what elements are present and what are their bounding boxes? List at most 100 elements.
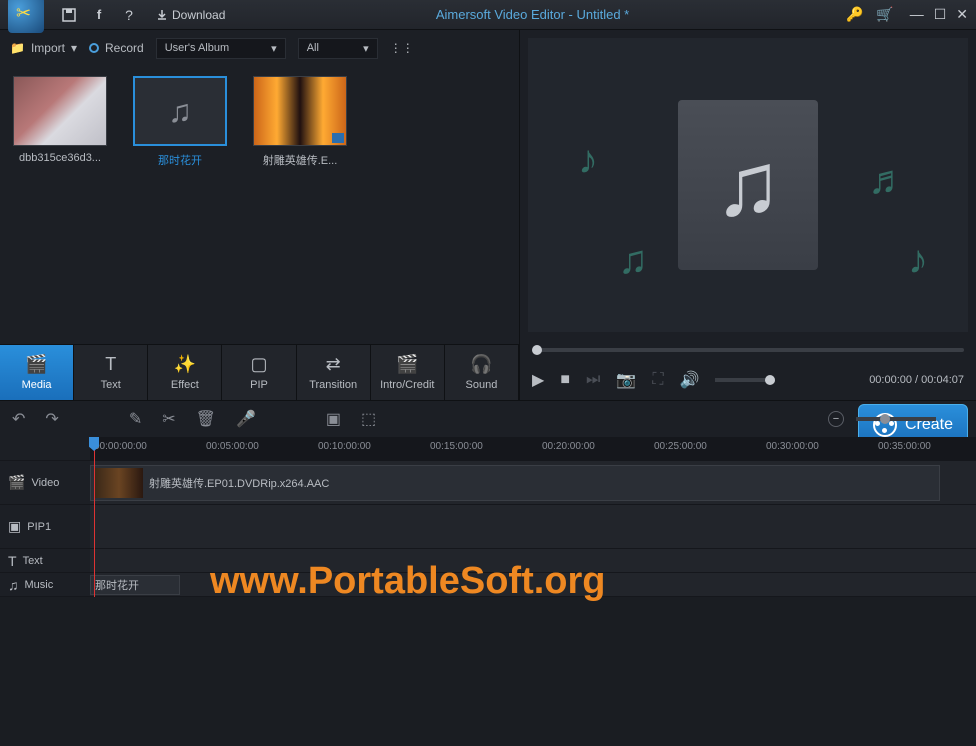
ruler-tick: 00:00:00:00 [94,441,147,452]
album-value: User's Album [165,42,229,54]
text-track[interactable] [90,549,976,573]
zoom-out-button[interactable]: − [828,411,844,427]
label-text: Text [23,555,43,567]
view-mode-button[interactable]: ⋮⋮ [390,41,414,55]
playhead[interactable] [94,437,95,597]
pip-icon: ▢ [250,354,267,375]
media-thumb[interactable]: 那时花开 [130,76,230,168]
tab-pip[interactable]: ▢ PIP [222,345,296,400]
volume-slider[interactable] [715,378,775,382]
music-clip[interactable]: 那时花开 [90,575,180,595]
tab-transition[interactable]: ⇄ Transition [297,345,371,400]
app-logo-icon [8,0,44,33]
track-label-video[interactable]: 🎬 Video [0,461,90,505]
crop-button[interactable]: ▣ [326,409,341,429]
music-note-icon: ♫ [618,238,648,283]
tab-media[interactable]: 🎬Media [0,345,74,400]
redo-button[interactable]: ↷ [45,409,58,429]
record-label: Record [105,41,144,55]
delete-button[interactable]: 🗑 [196,409,216,429]
track-label-text[interactable]: T Text [0,549,90,573]
tab-effect[interactable]: ✨Effect [148,345,222,400]
film-icon: 🎬 [8,474,25,491]
tab-text[interactable]: TText [74,345,148,400]
preview-music-placeholder [678,100,818,270]
minimize-button[interactable]: — [910,6,924,23]
tab-label: Effect [171,379,199,391]
album-dropdown[interactable]: User's Album ▾ [156,38,286,59]
cart-button[interactable]: 🛒 [873,3,897,27]
preview-viewport[interactable]: ♪ ♫ ♬ ♪ [528,38,968,332]
track-label-pip[interactable]: ▣ PIP1 [0,505,90,549]
ruler-tick: 00:10:00:00 [318,441,371,452]
stop-button[interactable]: ■ [560,371,570,389]
ruler-tick: 00:35:00:00 [878,441,931,452]
volume-button[interactable]: 🔊 [680,370,700,390]
music-track[interactable]: 那时花开 [90,573,976,597]
music-icon: ♫ [8,577,19,593]
save-button[interactable] [57,3,81,27]
aspect-button[interactable]: ⬚ [361,409,376,429]
pip-icon: ▣ [8,518,21,535]
step-forward-button[interactable]: ⏭ [586,371,600,389]
voiceover-button[interactable]: 🎤 [236,409,256,429]
edit-button[interactable]: ✎ [129,409,142,429]
maximize-button[interactable]: ☐ [934,6,947,23]
facebook-button[interactable]: f [87,3,111,27]
import-label: Import [31,41,65,55]
timeline: ↶ ↷ ✎ ✂ 🗑 🎤 ▣ ⬚ − + 🎬Video ▣PIP1 TText ♫… [0,400,976,597]
tab-intro-credit[interactable]: 🎬 Intro/Credit [371,345,445,400]
download-label: Download [172,8,225,22]
close-button[interactable]: ✕ [956,6,968,23]
media-thumb[interactable]: 射雕英雄传.E... [250,76,350,168]
tab-label: Intro/Credit [380,379,434,391]
tab-label: Transition [309,379,357,391]
media-panel: 📁 Import ▾ Record User's Album ▾ All ▾ ⋮… [0,30,520,400]
seek-handle[interactable] [532,345,542,355]
video-badge-icon [332,133,344,143]
text-icon: T [8,553,17,569]
cut-button[interactable]: ✂ [162,409,175,429]
clapper-icon: 🎬 [396,354,418,375]
filter-value: All [307,42,319,54]
media-thumb[interactable]: dbb315ce36d3... [10,76,110,164]
music-note-icon: ♬ [868,158,908,203]
tab-label: Text [101,379,121,391]
preview-panel: ♪ ♫ ♬ ♪ ▶ ■ ⏭ 📷 ⛶ 🔊 00:00:00 / 00:04:07 [520,30,976,400]
clip-thumbnail [95,468,143,498]
thumb-label: dbb315ce36d3... [10,152,110,164]
chevron-down-icon: ▾ [271,42,277,55]
track-label-music[interactable]: ♫Music [0,573,90,597]
label-text: Video [31,477,59,489]
filter-dropdown[interactable]: All ▾ [298,38,378,59]
thumb-image [13,76,107,146]
thumb-image [253,76,347,146]
tab-sound[interactable]: 🎧Sound [445,345,519,400]
seek-bar[interactable] [520,340,976,360]
undo-button[interactable]: ↶ [12,409,25,429]
download-button[interactable]: Download [156,8,225,22]
music-note-icon: ♪ [908,238,928,283]
timeline-ruler[interactable]: 00:00:00:00 00:05:00:00 00:10:00:00 00:1… [90,437,976,461]
label-text: PIP1 [27,521,51,533]
import-button[interactable]: 📁 Import ▾ [10,41,77,55]
key-button[interactable]: 🔑 [843,3,867,27]
video-track[interactable]: 射雕英雄传.EP01.DVDRip.x264.AAC [90,461,976,505]
transition-icon: ⇄ [326,354,341,375]
snapshot-button[interactable]: 📷 [616,370,636,390]
ruler-tick: 00:25:00:00 [654,441,707,452]
record-button[interactable]: Record [89,41,144,55]
help-button[interactable]: ? [117,3,141,27]
ruler-tick: 00:30:00:00 [766,441,819,452]
fullscreen-button[interactable]: ⛶ [652,371,663,389]
thumb-image-music-icon [133,76,227,146]
thumb-label: 射雕英雄传.E... [250,152,350,168]
pip-track[interactable] [90,505,976,549]
play-button[interactable]: ▶ [532,370,544,390]
zoom-slider[interactable] [856,417,936,421]
folder-icon: 📁 [10,41,25,55]
media-icon: 🎬 [25,354,47,375]
chevron-down-icon: ▾ [71,41,77,55]
tab-label: PIP [250,379,268,391]
video-clip[interactable]: 射雕英雄传.EP01.DVDRip.x264.AAC [90,465,940,501]
